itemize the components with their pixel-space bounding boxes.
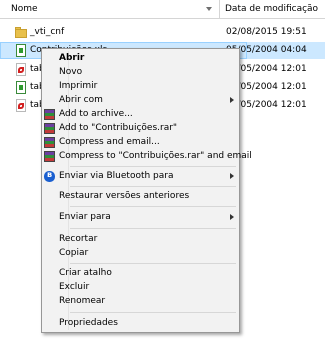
excel-file-icon (15, 44, 27, 57)
menu-item-excluir[interactable]: Excluir (44, 281, 237, 295)
file-date: 02/08/2015 19:51 (226, 27, 307, 37)
column-header-name[interactable]: Nome (0, 0, 220, 18)
context-menu: Abrir Novo Imprimir Abrir com Add to arc… (41, 48, 252, 333)
column-header-date-label: Data de modificação (225, 4, 319, 14)
column-header-bar: Nome Data de modificação (0, 0, 325, 19)
menu-item-copiar[interactable]: Copiar (44, 247, 237, 261)
menu-item-restaurar-versoes[interactable]: Restaurar versões anteriores (44, 190, 237, 204)
menu-separator (70, 206, 236, 207)
sort-arrow-icon (206, 7, 212, 11)
menu-separator (70, 312, 236, 313)
menu-item-imprimir[interactable]: Imprimir (44, 80, 237, 94)
bluetooth-icon (44, 170, 55, 182)
file-name: _vti_cnf (30, 27, 65, 37)
menu-item-add-to-archive[interactable]: Add to archive... (44, 108, 237, 122)
menu-item-bluetooth[interactable]: Enviar via Bluetooth para (44, 170, 237, 184)
menu-item-propriedades[interactable]: Propriedades (44, 317, 237, 331)
menu-separator (70, 228, 236, 229)
folder-icon (15, 26, 27, 39)
menu-item-compress-to-rar-and-email[interactable]: Compress to "Contribuições.rar" and emai… (44, 150, 252, 164)
column-header-date[interactable]: Data de modificação (221, 0, 325, 18)
menu-item-renomear[interactable]: Renomear (44, 295, 237, 309)
winrar-icon (44, 109, 55, 120)
menu-separator (70, 186, 236, 187)
winrar-icon (44, 137, 55, 148)
submenu-arrow-icon (230, 214, 234, 220)
menu-item-compress-and-email[interactable]: Compress and email... (44, 136, 237, 150)
menu-separator (70, 166, 236, 167)
menu-separator (70, 263, 236, 264)
menu-item-recortar[interactable]: Recortar (44, 233, 237, 247)
winrar-icon (44, 123, 55, 134)
menu-item-abrir[interactable]: Abrir (44, 52, 237, 66)
menu-item-novo[interactable]: Novo (44, 66, 237, 80)
column-header-name-label: Nome (11, 4, 38, 14)
submenu-arrow-icon (230, 97, 234, 103)
submenu-arrow-icon (230, 173, 234, 179)
menu-item-abrir-com[interactable]: Abrir com (44, 94, 237, 108)
pdf-file-icon (15, 99, 27, 112)
menu-item-enviar-para[interactable]: Enviar para (44, 211, 237, 225)
menu-item-criar-atalho[interactable]: Criar atalho (44, 267, 237, 281)
file-row-vti-cnf[interactable]: _vti_cnf 02/08/2015 19:51 (0, 24, 325, 41)
winrar-icon (44, 151, 55, 162)
menu-item-add-to-rar[interactable]: Add to "Contribuições.rar" (44, 122, 237, 136)
pdf-file-icon (15, 63, 27, 76)
excel-file-icon (15, 81, 27, 94)
